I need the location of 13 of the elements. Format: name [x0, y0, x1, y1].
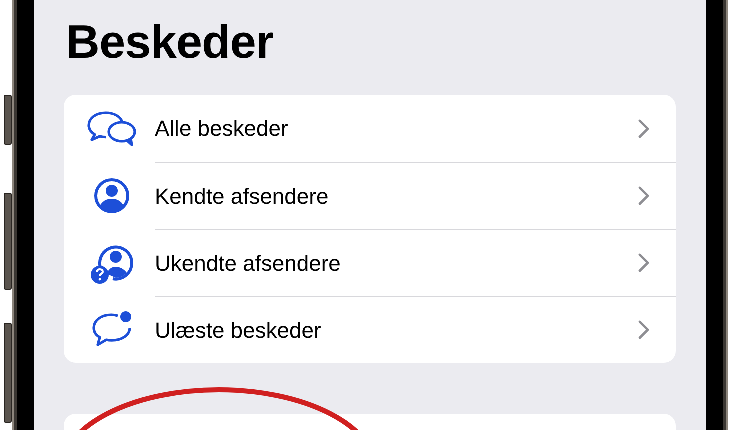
- chevron-right-icon: [638, 118, 650, 138]
- screen-title: Beskeder: [66, 18, 275, 65]
- filter-label: Alle beskeder: [155, 115, 290, 143]
- filter-row[interactable]: Alle beskeder: [64, 95, 676, 162]
- filter-row[interactable]: Ukendte afsendere: [64, 229, 676, 296]
- chevron-right-icon: [638, 253, 650, 273]
- filter-label: Ulæste beskeder: [155, 316, 322, 344]
- chevron-right-icon: [638, 320, 650, 340]
- chevron-right-icon: [638, 186, 650, 206]
- filter-label: Kendte afsendere: [155, 182, 330, 210]
- filter-row[interactable]: Kendte afsendere: [64, 162, 676, 229]
- filter-label: Ukendte afsendere: [155, 250, 342, 278]
- filter-row[interactable]: Ulæste beskeder: [64, 296, 676, 363]
